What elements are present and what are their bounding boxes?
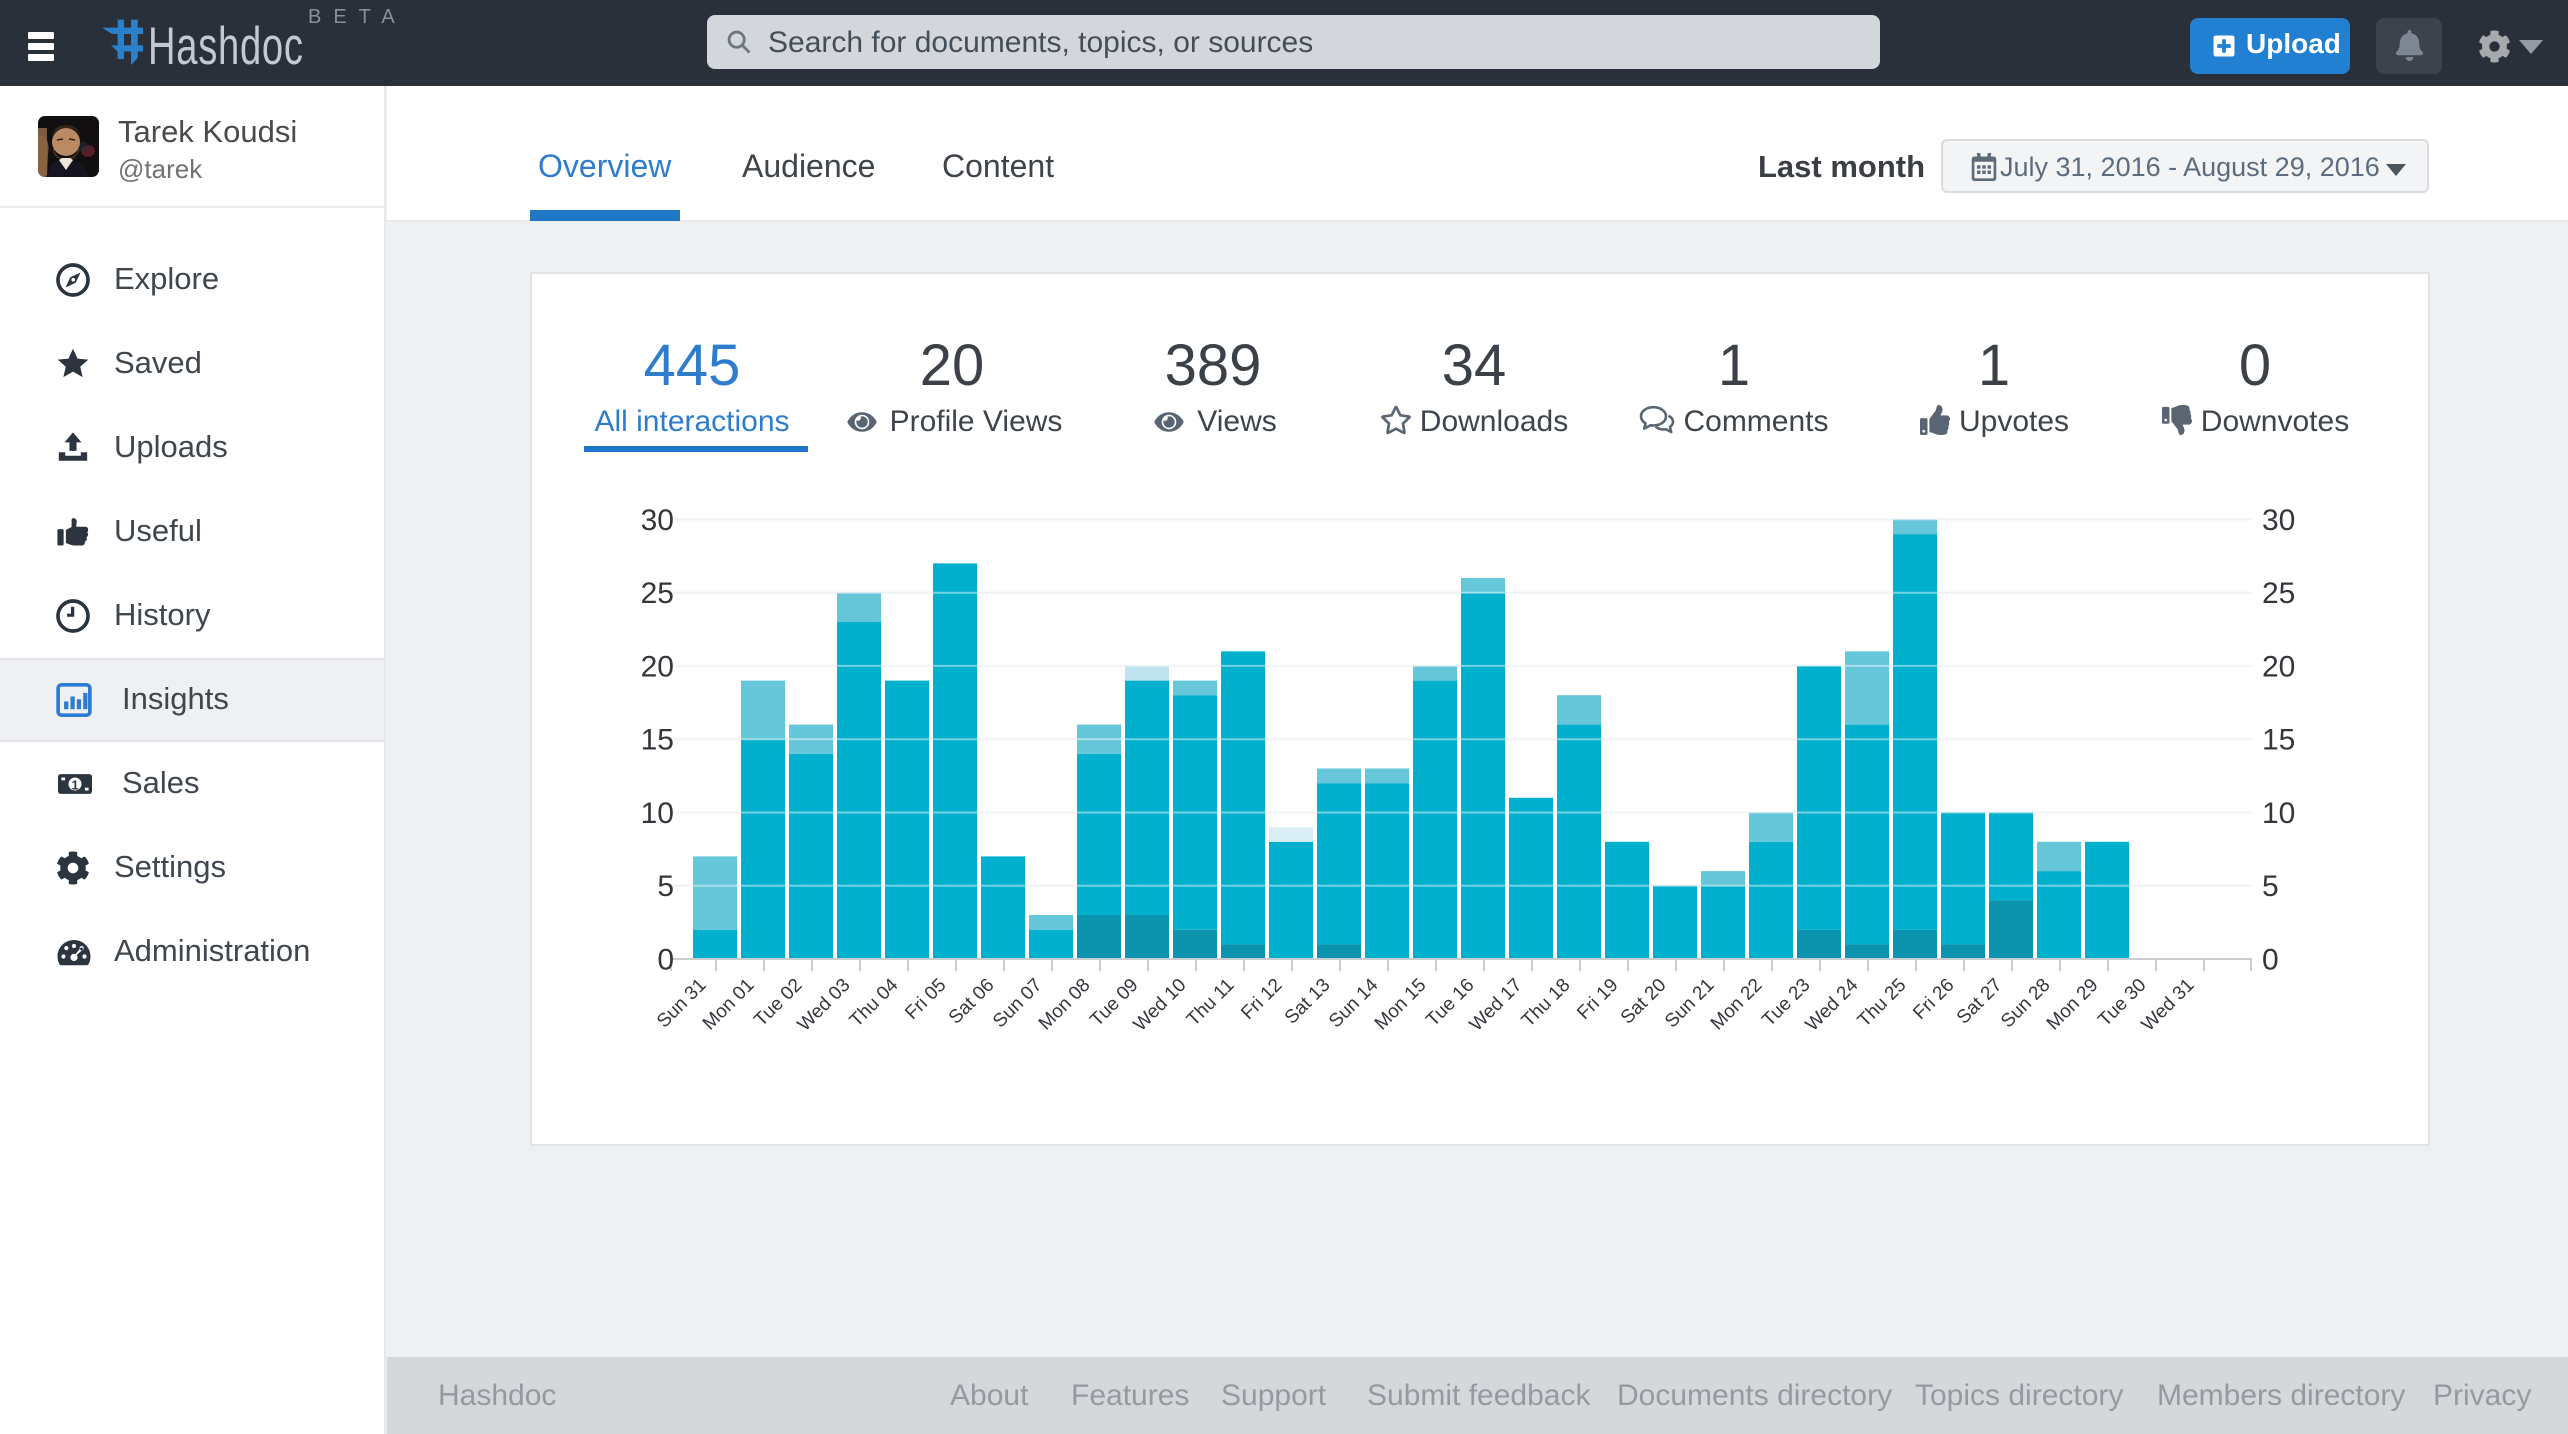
svg-text:Sat 20: Sat 20 [1617, 975, 1671, 1029]
svg-text:Wed 24: Wed 24 [1802, 974, 1863, 1035]
svg-text:30: 30 [641, 504, 674, 537]
svg-text:Fri 12: Fri 12 [1237, 975, 1286, 1024]
svg-text:20: 20 [2262, 650, 2295, 683]
svg-text:Wed 03: Wed 03 [794, 975, 855, 1036]
svg-text:Mon 29: Mon 29 [2043, 975, 2103, 1035]
svg-text:Mon 15: Mon 15 [1371, 975, 1431, 1035]
svg-text:Sat 06: Sat 06 [945, 975, 999, 1029]
svg-text:Mon 08: Mon 08 [1035, 975, 1095, 1035]
svg-text:Thu 25: Thu 25 [1854, 975, 1911, 1032]
svg-text:30: 30 [2262, 504, 2295, 537]
svg-text:Fri 05: Fri 05 [901, 975, 950, 1024]
svg-text:20: 20 [641, 650, 674, 683]
svg-text:Sat 13: Sat 13 [1281, 975, 1335, 1029]
svg-text:25: 25 [2262, 577, 2295, 610]
svg-text:Wed 31: Wed 31 [2138, 975, 2199, 1036]
svg-text:Mon 01: Mon 01 [699, 975, 759, 1035]
svg-text:10: 10 [2262, 797, 2295, 830]
svg-text:15: 15 [2262, 724, 2295, 757]
svg-text:5: 5 [657, 870, 674, 903]
svg-text:Mon 22: Mon 22 [1707, 975, 1767, 1035]
svg-text:0: 0 [2262, 944, 2279, 977]
svg-text:Fri 19: Fri 19 [1573, 975, 1622, 1024]
svg-text:Fri 26: Fri 26 [1909, 975, 1958, 1024]
svg-text:25: 25 [641, 577, 674, 610]
svg-text:Wed 17: Wed 17 [1466, 975, 1527, 1036]
svg-text:Thu 18: Thu 18 [1518, 975, 1575, 1032]
svg-text:Thu 04: Thu 04 [846, 974, 903, 1031]
svg-text:Wed 10: Wed 10 [1130, 975, 1191, 1036]
svg-text:Thu 11: Thu 11 [1183, 975, 1239, 1031]
svg-text:5: 5 [2262, 870, 2279, 903]
svg-text:Sat 27: Sat 27 [1953, 975, 2007, 1029]
svg-text:1: 1 [71, 778, 78, 793]
svg-text:10: 10 [641, 797, 674, 830]
svg-text:0: 0 [657, 944, 674, 977]
svg-text:15: 15 [641, 724, 674, 757]
